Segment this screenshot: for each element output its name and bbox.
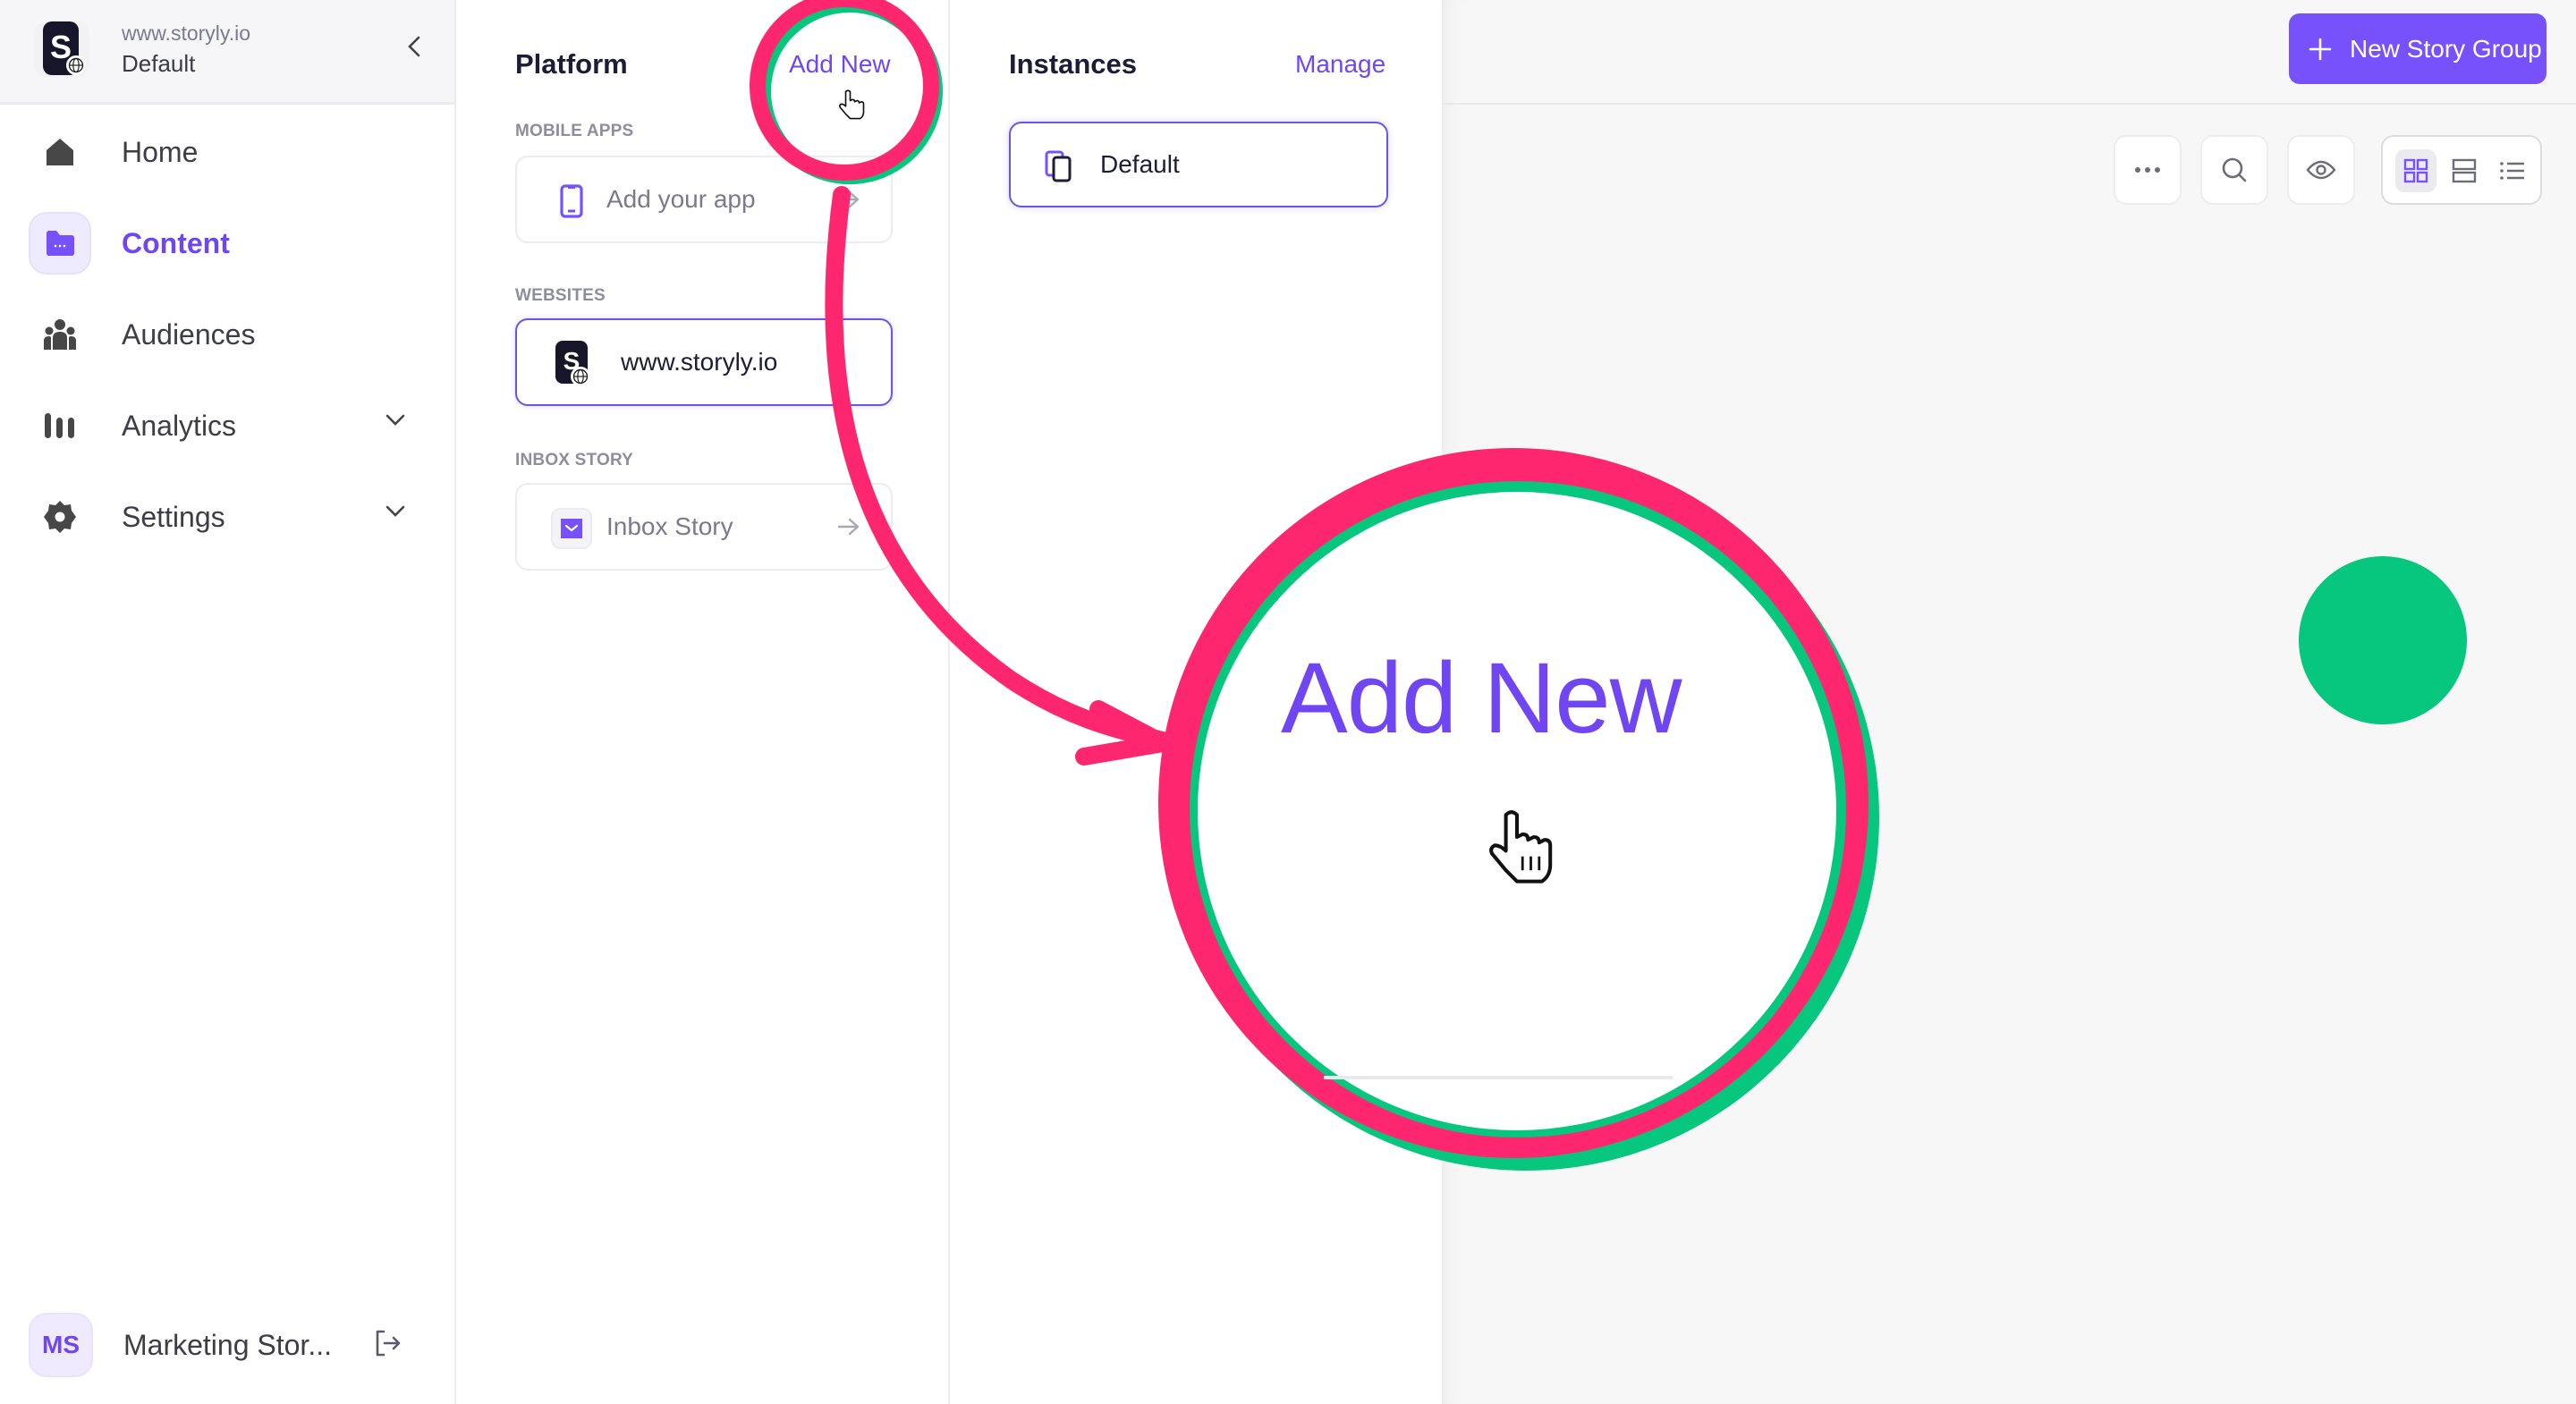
website-card-storyly[interactable]: S www.storyly.io: [515, 318, 893, 406]
instance-item-default[interactable]: Default: [1009, 122, 1388, 207]
add-new-platform-link[interactable]: Add New: [789, 50, 891, 79]
section-label-inbox-story: INBOX STORY: [515, 451, 634, 469]
new-story-group-label: New Story Group: [2350, 34, 2542, 63]
card-label: Inbox Story: [606, 512, 733, 540]
logout-icon: [376, 1330, 401, 1357]
globe-icon: [66, 55, 86, 75]
user-name: Marketing Stor...: [123, 1328, 332, 1361]
plus-icon: [2309, 38, 2332, 60]
workspace-site: www.storyly.io: [122, 21, 250, 45]
eye-icon: [2306, 160, 2336, 180]
sidebar-item-label: Analytics: [122, 409, 237, 442]
section-label-websites: WEBSITES: [515, 286, 606, 305]
collapse-sidebar-button[interactable]: [401, 30, 428, 63]
grid-icon: [2403, 158, 2428, 183]
instances-panel: Instances Manage Default: [950, 0, 1442, 1404]
view-mode-toggle: [2381, 135, 2542, 205]
section-label-mobile-apps: MOBILE APPS: [515, 122, 634, 140]
mobile-phone-icon: [551, 181, 592, 222]
sidebar-item-label: Settings: [122, 500, 225, 533]
globe-icon: [571, 367, 590, 386]
list-view-button[interactable]: [2492, 149, 2533, 192]
manage-instances-link[interactable]: Manage: [1295, 50, 1385, 79]
inbox-story-card[interactable]: Inbox Story: [515, 483, 893, 571]
add-your-app-card[interactable]: Add your app: [515, 156, 893, 243]
preview-button[interactable]: [2287, 135, 2355, 205]
sidebar-item-audiences[interactable]: Audiences: [29, 302, 431, 367]
workspace-logo: S: [34, 21, 89, 77]
avatar: MS: [29, 1313, 93, 1377]
storyly-web-icon: S: [551, 341, 592, 386]
workspace-instance: Default: [122, 50, 196, 77]
instance-label: Default: [1100, 150, 1180, 178]
row-view-button[interactable]: [2444, 149, 2485, 192]
platform-title: Platform: [515, 48, 628, 80]
search-button[interactable]: [2200, 135, 2268, 205]
main-header: New Story Group: [1442, 0, 2576, 105]
users-icon: [29, 303, 91, 366]
arrow-right-icon: [837, 190, 860, 208]
chevron-left-icon: [408, 36, 420, 57]
inbox-icon: [551, 508, 592, 549]
sidebar-item-home[interactable]: Home: [29, 120, 431, 184]
instances-title: Instances: [1009, 48, 1138, 80]
platform-panel: Platform Add New MOBILE APPS Add your ap…: [456, 0, 950, 1404]
card-label: Add your app: [606, 185, 756, 213]
copy-instance-icon: [1045, 150, 1072, 182]
chevron-down-icon[interactable]: [385, 504, 406, 519]
bar-chart-icon: [29, 394, 91, 457]
user-profile[interactable]: MS Marketing Stor...: [29, 1313, 431, 1377]
list-icon: [2500, 162, 2524, 180]
new-story-group-button[interactable]: New Story Group: [2289, 13, 2546, 84]
search-icon: [2222, 157, 2247, 182]
rows-icon: [2452, 158, 2477, 183]
sidebar-item-analytics[interactable]: Analytics: [29, 393, 431, 458]
sidebar-item-content[interactable]: Content: [29, 211, 431, 275]
logout-button[interactable]: [374, 1329, 402, 1362]
card-label: www.storyly.io: [621, 348, 778, 376]
more-horizontal-icon: [2135, 167, 2160, 173]
home-icon: [29, 121, 91, 183]
sidebar-item-settings[interactable]: Settings: [29, 485, 431, 549]
chevron-down-icon[interactable]: [385, 413, 406, 427]
sidebar-item-label: Audiences: [122, 317, 256, 351]
workspace-switcher[interactable]: S www.storyly.io Default: [0, 0, 454, 105]
grid-view-button[interactable]: [2395, 149, 2436, 192]
arrow-right-icon: [837, 518, 860, 536]
sidebar-item-label: Content: [122, 226, 230, 259]
sidebar-item-label: Home: [122, 135, 199, 168]
main-content: New Story Group: [1442, 0, 2576, 1404]
folder-icon: [29, 212, 91, 275]
gear-icon: [29, 486, 91, 548]
sidebar: S www.storyly.io Default Home Content Au…: [0, 0, 456, 1404]
more-options-button[interactable]: [2114, 135, 2182, 205]
